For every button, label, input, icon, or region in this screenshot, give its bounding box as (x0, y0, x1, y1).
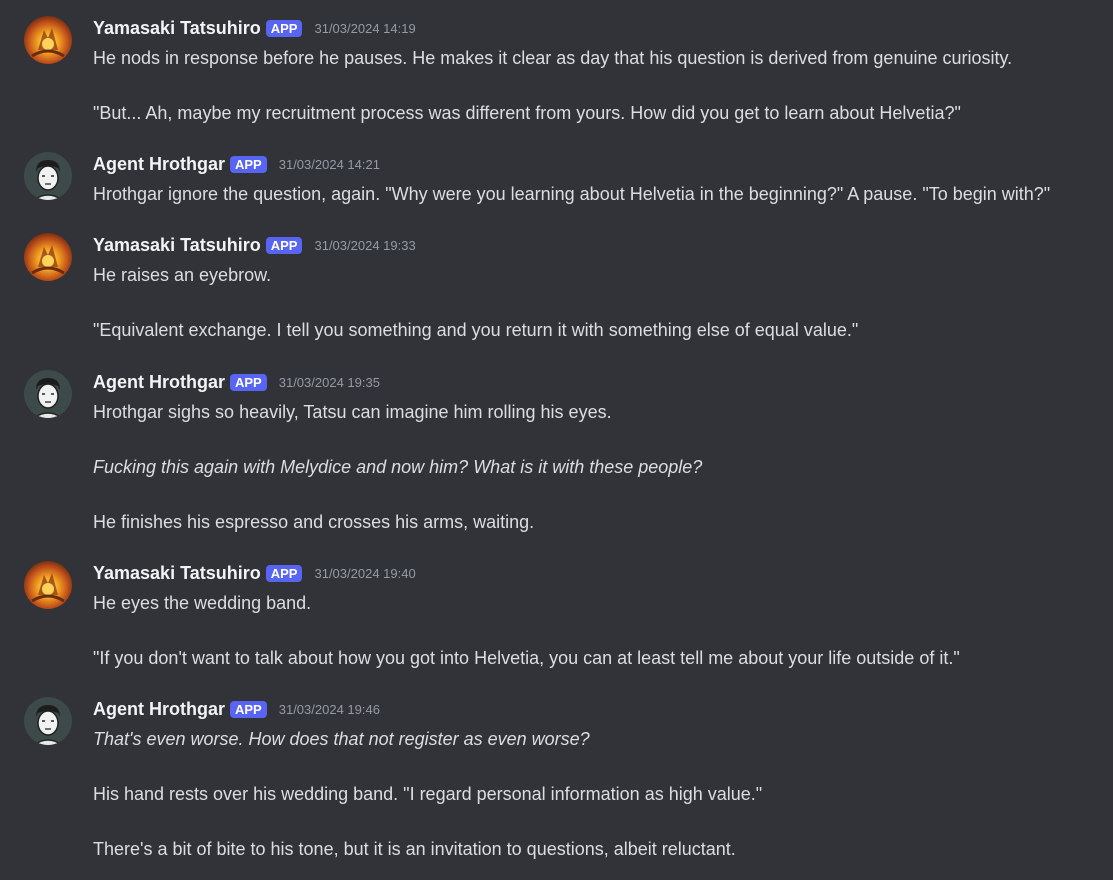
message-body: He raises an eyebrow. "Equivalent exchan… (93, 262, 1103, 344)
fiery-dragon-avatar[interactable] (24, 561, 72, 609)
fiery-dragon-avatar[interactable] (24, 16, 72, 64)
message-timestamp: 31/03/2024 19:35 (278, 374, 380, 390)
message-body: Hrothgar ignore the question, again. "Wh… (93, 181, 1103, 208)
sketched-man-avatar[interactable] (24, 370, 72, 418)
message-timestamp: 31/03/2024 19:40 (314, 565, 416, 581)
message-text-italic: That's even worse. How does that not reg… (93, 729, 590, 749)
app-badge: APP (230, 700, 267, 718)
message-text: His hand rests over his wedding band. "I… (93, 784, 763, 804)
message-text: He finishes his espresso and crosses his… (93, 512, 535, 532)
message-text-italic: Fucking this again with Melydice and now… (93, 457, 703, 477)
message-timestamp: 31/03/2024 19:33 (314, 237, 416, 253)
message-text: Hrothgar ignore the question, again. "Wh… (93, 184, 1051, 204)
sketched-man-avatar[interactable] (24, 697, 72, 745)
author-name[interactable]: Yamasaki Tatsuhiro (93, 235, 261, 256)
app-badge: APP (265, 564, 303, 582)
message-body: He nods in response before he pauses. He… (93, 45, 1103, 127)
message-text: "But... Ah, maybe my recruitment process… (93, 103, 961, 123)
author-name[interactable]: Yamasaki Tatsuhiro (93, 563, 261, 584)
author-name[interactable]: Agent Hrothgar (93, 699, 225, 720)
author-name[interactable]: Agent Hrothgar (93, 372, 225, 393)
message-body: He eyes the wedding band. "If you don't … (93, 590, 1103, 672)
message-text: He raises an eyebrow. (93, 265, 272, 285)
message-header: Yamasaki Tatsuhiro APP 31/03/2024 14:19 (93, 16, 416, 40)
message-header: Yamasaki Tatsuhiro APP 31/03/2024 19:33 (93, 233, 416, 257)
message-text: "If you don't want to talk about how you… (93, 648, 960, 668)
message-text: There's a bit of bite to his tone, but i… (93, 839, 736, 859)
author-name[interactable]: Agent Hrothgar (93, 154, 225, 175)
app-badge: APP (230, 155, 267, 173)
message-header: Agent Hrothgar APP 31/03/2024 14:21 (93, 152, 380, 176)
message-text: "Equivalent exchange. I tell you somethi… (93, 320, 859, 340)
author-name[interactable]: Yamasaki Tatsuhiro (93, 18, 261, 39)
fiery-dragon-avatar[interactable] (24, 233, 72, 281)
message-text: He nods in response before he pauses. He… (93, 48, 1013, 68)
sketched-man-avatar[interactable] (24, 152, 72, 200)
message-text: Hrothgar sighs so heavily, Tatsu can ima… (93, 402, 612, 422)
app-badge: APP (265, 19, 303, 37)
app-badge: APP (265, 236, 303, 254)
message-header: Agent Hrothgar APP 31/03/2024 19:35 (93, 370, 380, 394)
app-badge: APP (230, 373, 267, 391)
message-body: That's even worse. How does that not reg… (93, 726, 1103, 863)
message-body: Hrothgar sighs so heavily, Tatsu can ima… (93, 399, 1103, 536)
message-timestamp: 31/03/2024 19:46 (278, 701, 380, 717)
message-timestamp: 31/03/2024 14:21 (278, 156, 380, 172)
message-header: Agent Hrothgar APP 31/03/2024 19:46 (93, 697, 380, 721)
message-header: Yamasaki Tatsuhiro APP 31/03/2024 19:40 (93, 561, 416, 585)
message-timestamp: 31/03/2024 14:19 (314, 20, 416, 36)
message-text: He eyes the wedding band. (93, 593, 312, 613)
